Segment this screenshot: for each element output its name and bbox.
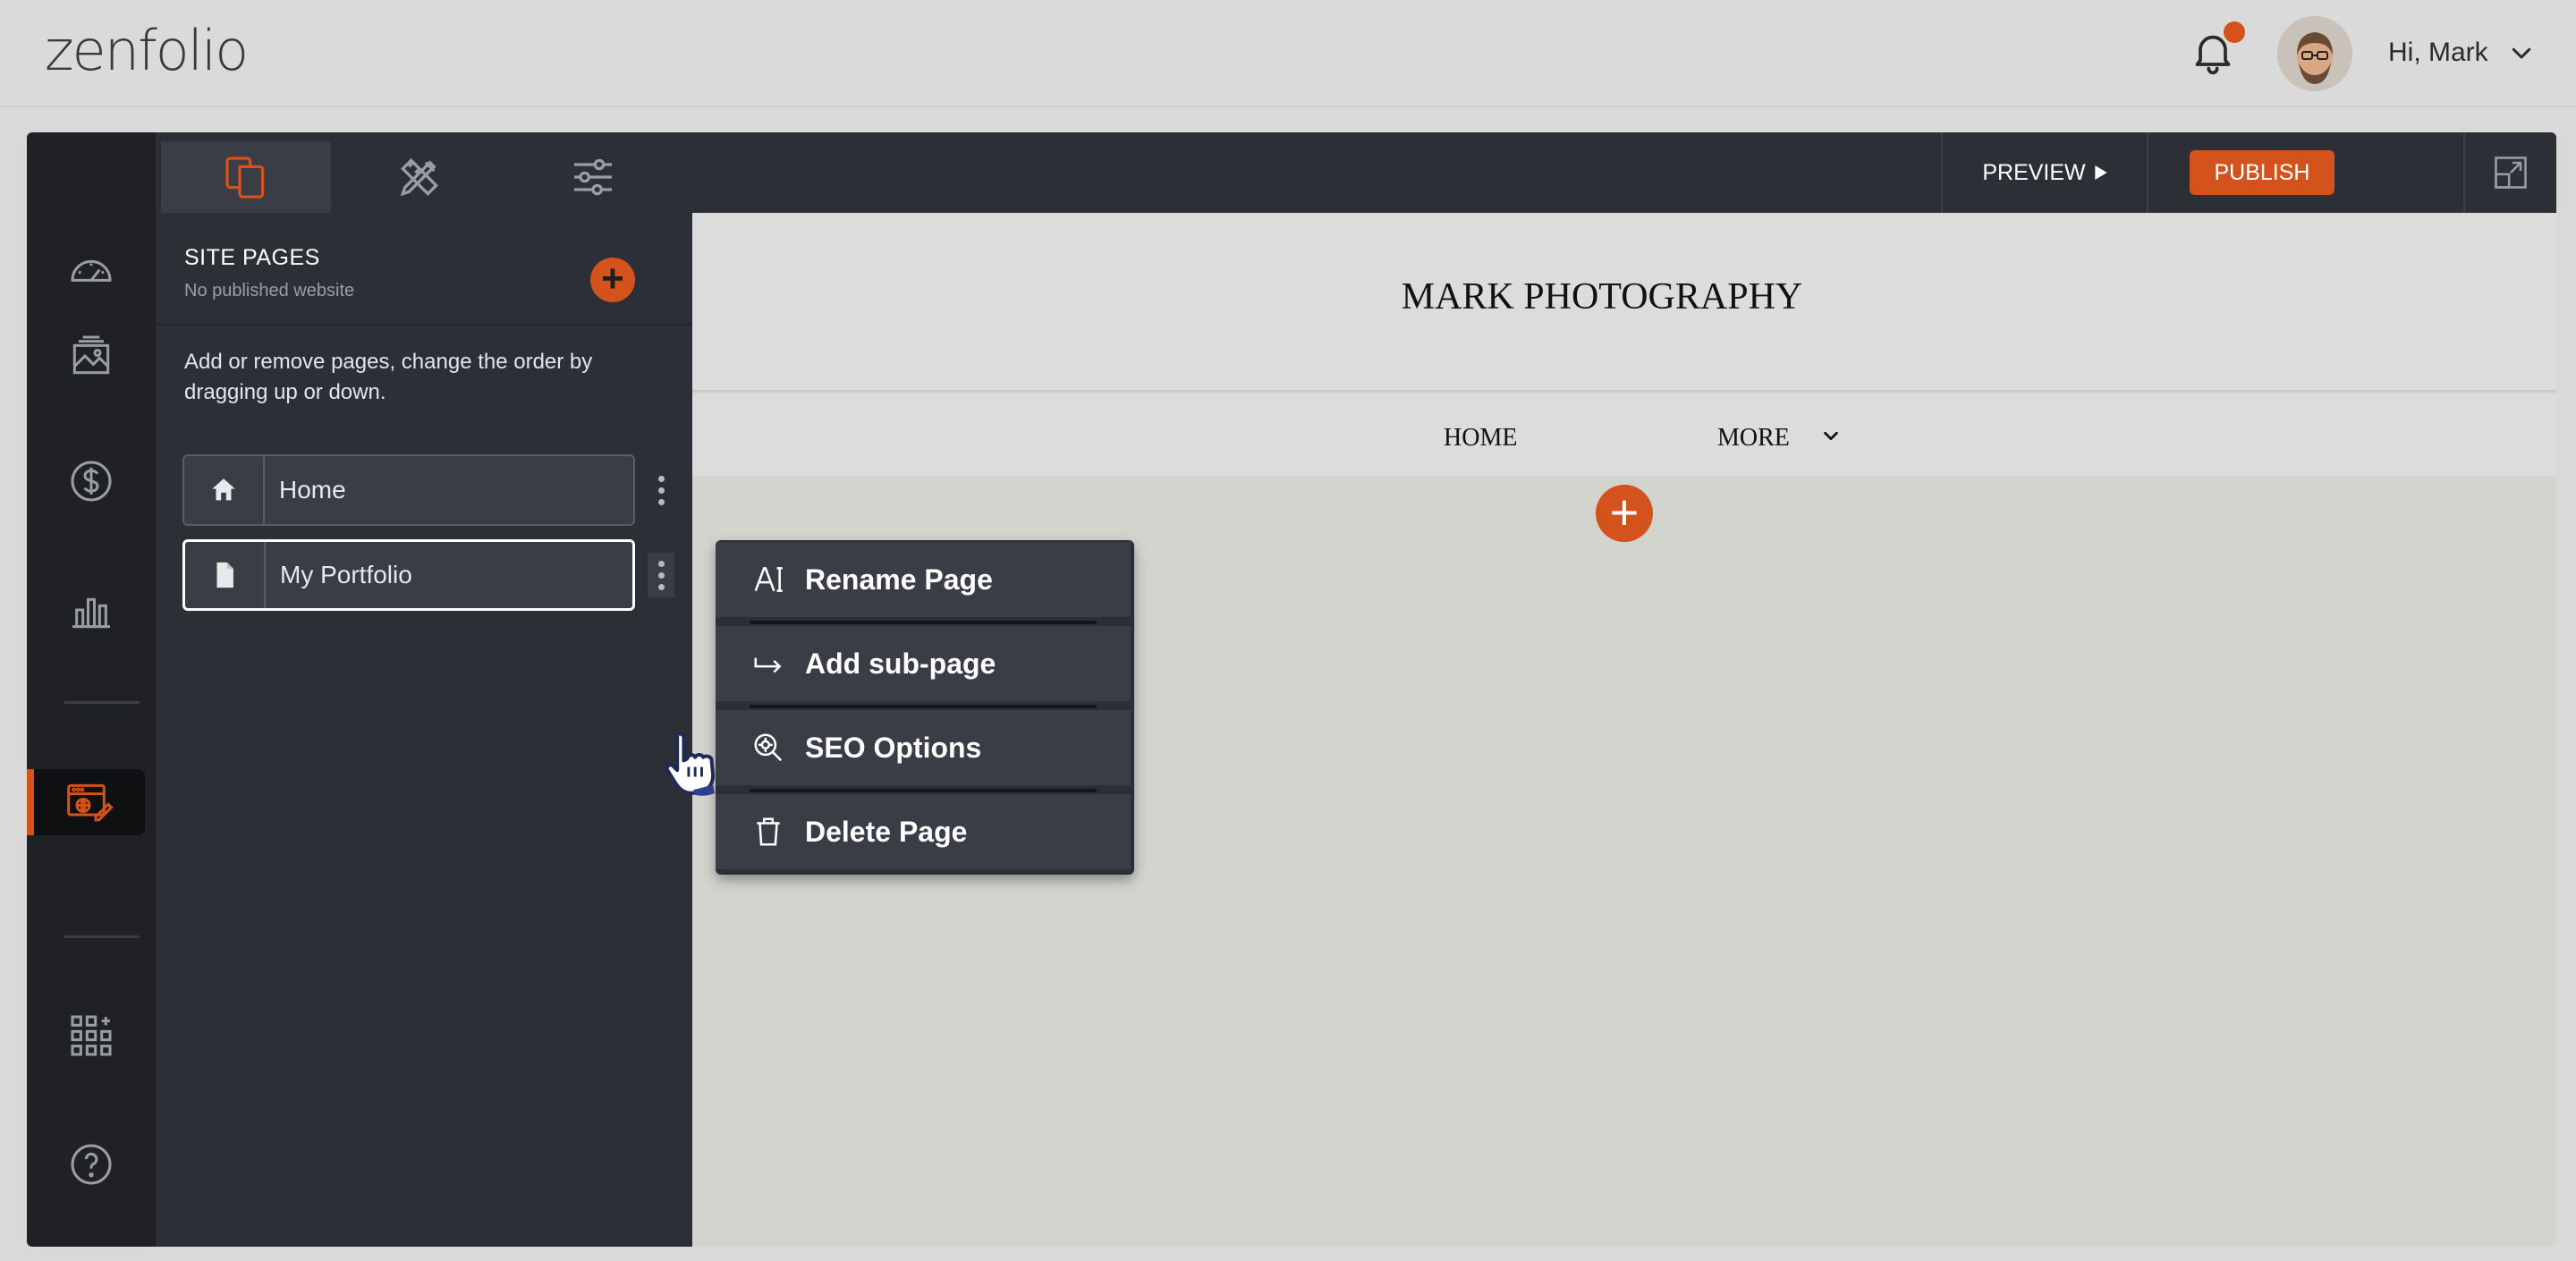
page-icon (185, 542, 266, 608)
settings-sliders-icon (574, 158, 612, 196)
menu-item-label: Rename Page (805, 563, 993, 596)
page-options-button[interactable] (648, 468, 674, 512)
page-row-home[interactable]: Home (182, 454, 635, 526)
page-label: Home (279, 476, 346, 504)
rename-icon (754, 567, 783, 592)
panel-header: SITE PAGES No published website + (156, 213, 692, 326)
site-nav-more[interactable]: MORE (1717, 424, 1790, 453)
menu-item-label: Add sub-page (805, 647, 996, 680)
pages-tab[interactable] (161, 141, 331, 213)
menu-item-label: SEO Options (805, 731, 982, 764)
notification-badge (2224, 21, 2245, 43)
chevron-down-icon (1824, 431, 1838, 441)
page-context-menu: Rename Page Add sub-page SEO Options Del… (716, 540, 1134, 875)
dashboard-icon[interactable] (27, 227, 156, 317)
site-title[interactable]: MARK PHOTOGRAPHY (692, 275, 2556, 318)
add-page-button[interactable]: + (590, 258, 635, 302)
add-section-button[interactable]: + (1596, 485, 1653, 542)
pointer-hand-icon (665, 732, 716, 796)
panel-subtitle: No published website (184, 281, 355, 300)
menu-divider (750, 705, 1097, 708)
top-header: zenfolio Hi, Mark (0, 0, 2576, 107)
apps-grid-icon[interactable] (27, 991, 156, 1080)
publish-button[interactable]: PUBLISH (2190, 150, 2334, 195)
menu-item-seo-options[interactable]: SEO Options (716, 710, 1131, 785)
menu-item-label: Delete Page (805, 815, 968, 848)
help-icon[interactable] (27, 1120, 156, 1209)
menu-item-rename-page[interactable]: Rename Page (716, 542, 1131, 617)
preview-button[interactable]: PREVIEW (1941, 132, 2148, 213)
menu-divider (750, 621, 1097, 624)
subpage-arrow-icon (754, 657, 782, 673)
site-nav: HOME MORE (692, 394, 2556, 476)
editor-toolbar: PREVIEW PUBLISH (692, 132, 2556, 213)
play-icon (2094, 165, 2107, 180)
user-greeting[interactable]: Hi, Mark (2388, 38, 2488, 68)
design-tools-icon (400, 158, 438, 197)
panel-tabs (156, 132, 692, 213)
rail-divider (64, 701, 140, 704)
website-editor-icon[interactable] (27, 769, 145, 835)
expand-button[interactable] (2463, 132, 2556, 213)
gallery-icon[interactable] (27, 311, 156, 401)
site-pages-panel: SITE PAGES No published website + Add or… (156, 132, 692, 1247)
settings-tab[interactable] (508, 141, 678, 213)
expand-icon (2495, 157, 2527, 189)
preview-label: PREVIEW (1982, 159, 2086, 185)
zenfolio-logo[interactable]: zenfolio (45, 18, 249, 83)
dollar-icon[interactable] (27, 436, 156, 526)
bar-chart-icon[interactable] (27, 565, 156, 655)
menu-item-add-sub-page[interactable]: Add sub-page (716, 626, 1131, 701)
page-row-my-portfolio[interactable]: My Portfolio (182, 539, 635, 611)
avatar[interactable] (2277, 16, 2352, 91)
trash-icon (757, 817, 780, 846)
site-nav-home[interactable]: HOME (1444, 424, 1517, 453)
left-nav-rail (27, 132, 156, 1247)
design-tab[interactable] (335, 141, 504, 213)
page-label: My Portfolio (280, 561, 412, 588)
chevron-down-icon[interactable] (2508, 39, 2535, 66)
seo-search-icon (754, 733, 783, 762)
panel-title: SITE PAGES (184, 245, 320, 270)
menu-item-delete-page[interactable]: Delete Page (716, 794, 1131, 869)
menu-divider (750, 789, 1097, 792)
panel-description: Add or remove pages, change the order by… (184, 350, 593, 404)
site-header: MARK PHOTOGRAPHY (692, 213, 2556, 392)
pages-icon (225, 157, 265, 199)
editor-frame: SITE PAGES No published website + Add or… (27, 132, 2556, 1247)
home-icon (184, 456, 265, 524)
page-options-button[interactable] (648, 553, 674, 597)
rail-divider (64, 935, 140, 938)
